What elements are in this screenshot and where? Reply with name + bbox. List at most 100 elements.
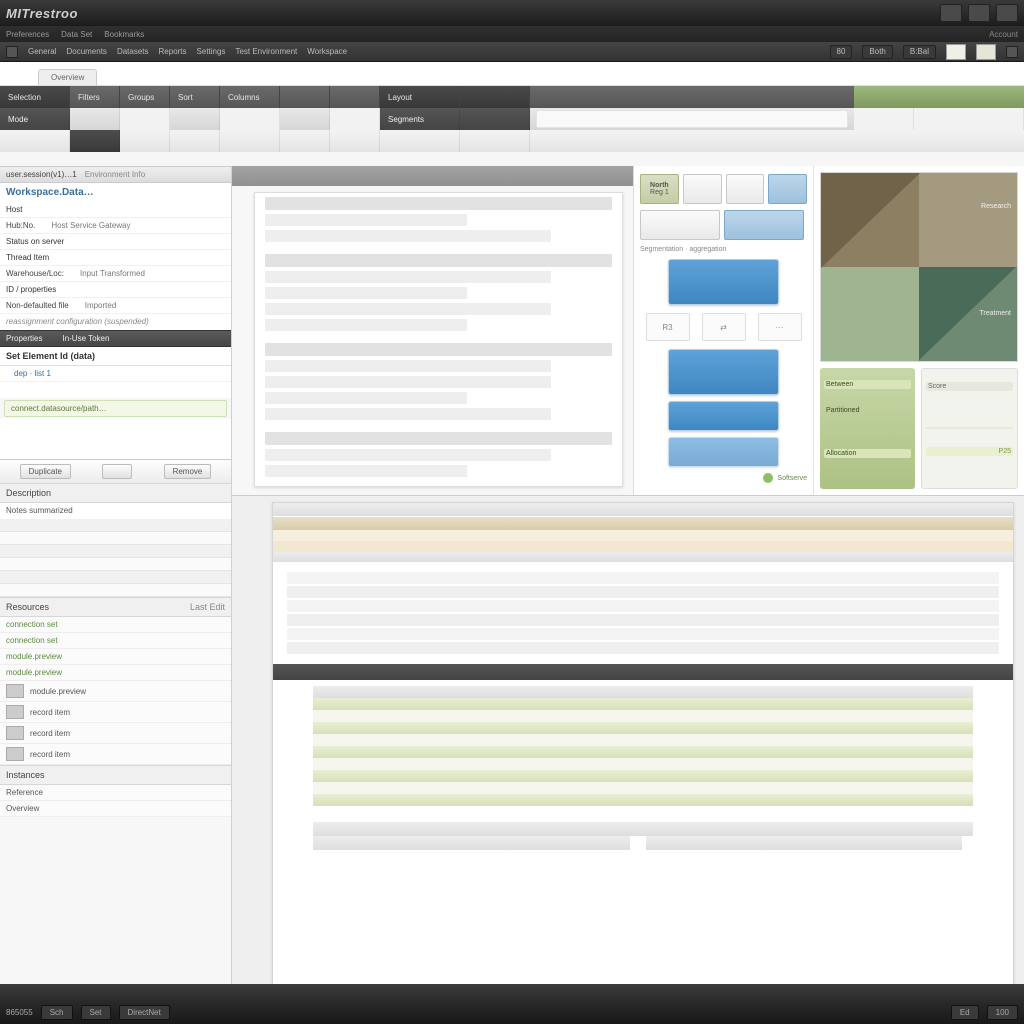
- sidebar-section: Resources Last Edit: [0, 597, 231, 617]
- records-pane[interactable]: [272, 502, 1014, 994]
- quad-label: Treatment: [979, 310, 1011, 317]
- taskbar-button[interactable]: DirectNet: [119, 1005, 170, 1020]
- desc-line: Notes summarized: [0, 503, 231, 519]
- region-chip[interactable]: [683, 174, 722, 204]
- tool-icon[interactable]: R3: [646, 313, 690, 341]
- list-item[interactable]: record item: [0, 702, 231, 723]
- menu-item[interactable]: Bookmarks: [104, 30, 144, 39]
- taskbar-button[interactable]: Sch: [41, 1005, 73, 1020]
- menu-item[interactable]: Data Set: [61, 30, 92, 39]
- ribbon-cell[interactable]: [220, 108, 280, 130]
- toolbar-item[interactable]: Test Environment: [235, 47, 297, 56]
- titlebar-icon[interactable]: [940, 4, 962, 22]
- toolbar-item[interactable]: Reports: [159, 47, 187, 56]
- ribbon-cell[interactable]: [460, 86, 530, 108]
- ribbon-cell[interactable]: Columns: [220, 86, 280, 108]
- ribbon-cell[interactable]: [380, 130, 460, 152]
- ribbon-cell[interactable]: [170, 108, 220, 130]
- ribbon-cell[interactable]: Filters: [70, 86, 120, 108]
- region-chip[interactable]: NorthReg 1: [640, 174, 679, 204]
- ribbon-cell[interactable]: [0, 130, 70, 152]
- ribbon-cell[interactable]: Selection: [0, 86, 70, 108]
- list-item[interactable]: Reference: [0, 785, 231, 801]
- document-preview[interactable]: [232, 166, 634, 495]
- taskbar-button[interactable]: Ed: [951, 1005, 979, 1020]
- ribbon-cell[interactable]: Sort: [170, 86, 220, 108]
- ribbon-cell[interactable]: [280, 108, 330, 130]
- duplicate-button[interactable]: Duplicate: [20, 464, 71, 479]
- toolbar-item[interactable]: Documents: [66, 47, 106, 56]
- list-item[interactable]: connection set: [0, 617, 231, 633]
- region-chip[interactable]: [726, 174, 765, 204]
- toolbar-selector[interactable]: [946, 44, 966, 60]
- toolbar-chip[interactable]: B:Bal: [903, 45, 936, 59]
- ribbon-cell[interactable]: [170, 130, 220, 152]
- ribbon-cell[interactable]: [330, 108, 380, 130]
- quad-label: Research: [981, 203, 1011, 210]
- menu-account[interactable]: Account: [989, 30, 1018, 39]
- region-chip[interactable]: [724, 210, 804, 240]
- titlebar-icon[interactable]: [968, 4, 990, 22]
- region-chip[interactable]: [768, 174, 807, 204]
- sub-tab[interactable]: Overview: [38, 69, 97, 85]
- quadrant-chart[interactable]: Research Treatment: [820, 172, 1018, 362]
- prop-row: Non-defaulted fileImported: [0, 298, 231, 314]
- ribbon-cell[interactable]: Segments: [380, 108, 460, 130]
- toolbar-chip[interactable]: Both: [862, 45, 892, 59]
- section-label: Properties: [6, 334, 42, 343]
- main-toolbar: General Documents Datasets Reports Setti…: [0, 42, 1024, 62]
- settings-icon[interactable]: [1006, 46, 1018, 58]
- datasource-link[interactable]: connect.datasource/path…: [4, 400, 227, 417]
- swap-icon[interactable]: ⇄: [702, 313, 746, 341]
- taskbar-button[interactable]: Set: [81, 1005, 111, 1020]
- ribbon-cell[interactable]: [70, 108, 120, 130]
- taskbar: 865055 Sch Set DirectNet Ed 100: [0, 1000, 1024, 1024]
- flow-node[interactable]: [668, 401, 779, 431]
- toolbar-item[interactable]: Settings: [197, 47, 226, 56]
- ribbon-cell[interactable]: Groups: [120, 86, 170, 108]
- action-button[interactable]: [102, 464, 132, 479]
- element-title: Set Element Id (data): [0, 347, 231, 366]
- ribbon-cell[interactable]: Mode: [0, 108, 70, 130]
- menu-item[interactable]: Preferences: [6, 30, 49, 39]
- flow-node[interactable]: [668, 259, 779, 305]
- element-sub[interactable]: dep · list 1: [0, 366, 231, 382]
- toolbar-chip[interactable]: 80: [830, 45, 853, 59]
- main-area: NorthReg 1 Segmentation · aggregation R3…: [232, 166, 1024, 1000]
- ribbon-cell[interactable]: [330, 86, 380, 108]
- toolbar-selector[interactable]: [976, 44, 996, 60]
- list-item[interactable]: connection set: [0, 633, 231, 649]
- ribbon-cell[interactable]: [120, 130, 170, 152]
- toolbar-item[interactable]: Workspace: [307, 47, 347, 56]
- search-input[interactable]: [536, 110, 848, 128]
- more-icon[interactable]: ···: [758, 313, 802, 341]
- ribbon-cell[interactable]: [914, 108, 1024, 130]
- ribbon-cell[interactable]: [460, 130, 530, 152]
- remove-button[interactable]: Remove: [164, 464, 212, 479]
- taskbar-button[interactable]: 100: [987, 1005, 1018, 1020]
- list-item[interactable]: record item: [0, 723, 231, 744]
- flow-node[interactable]: [668, 437, 779, 467]
- ribbon-cell[interactable]: [220, 130, 280, 152]
- vendor-badge: Softserve: [640, 473, 807, 483]
- ribbon-cell[interactable]: [280, 86, 330, 108]
- ribbon-cell[interactable]: [330, 130, 380, 152]
- home-icon[interactable]: [6, 46, 18, 58]
- list-item[interactable]: record item: [0, 744, 231, 765]
- ribbon-cell[interactable]: [280, 130, 330, 152]
- toolbar-item[interactable]: General: [28, 47, 56, 56]
- ribbon-cell[interactable]: [460, 108, 530, 130]
- list-item[interactable]: module.preview: [0, 665, 231, 681]
- ribbon-cell[interactable]: Layout: [380, 86, 460, 108]
- sub-header: Overview: [0, 62, 1024, 86]
- toolbar-item[interactable]: Datasets: [117, 47, 149, 56]
- region-chip[interactable]: [640, 210, 720, 240]
- ribbon-cell[interactable]: [120, 108, 170, 130]
- list-item[interactable]: Overview: [0, 801, 231, 817]
- list-item[interactable]: module.preview: [0, 681, 231, 702]
- ribbon-cell[interactable]: [854, 108, 914, 130]
- flow-node[interactable]: [668, 349, 779, 395]
- ribbon-cell[interactable]: [70, 130, 120, 152]
- titlebar-icon[interactable]: [996, 4, 1018, 22]
- list-item[interactable]: module.preview: [0, 649, 231, 665]
